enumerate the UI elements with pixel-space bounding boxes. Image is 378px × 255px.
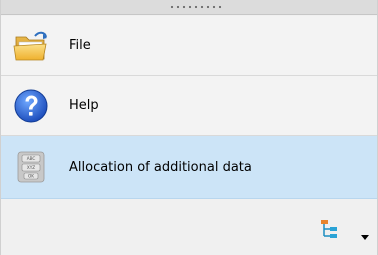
grip-dots-icon bbox=[169, 5, 223, 9]
help-icon bbox=[14, 89, 48, 122]
abc-text: ABC bbox=[27, 156, 36, 161]
nav-item-allocation-of-additional-data[interactable]: ABC XYZ OK Allocation of additional data bbox=[1, 136, 377, 199]
nav-item-label: Help bbox=[69, 98, 99, 113]
folder-icon bbox=[13, 31, 47, 60]
ok-text: OK bbox=[28, 174, 34, 179]
tree-structure-icon[interactable] bbox=[319, 219, 341, 241]
resize-grip[interactable] bbox=[1, 0, 377, 15]
nav-item-label: File bbox=[69, 38, 91, 53]
navigation-panel: File Help ABC XYZ OK Allocation of addit… bbox=[0, 0, 378, 255]
nav-item-label: Allocation of additional data bbox=[69, 159, 252, 175]
xyz-text: XYZ bbox=[27, 165, 35, 170]
data-allocation-icon: ABC XYZ OK bbox=[17, 151, 45, 183]
dropdown-arrow-icon[interactable] bbox=[361, 235, 369, 240]
panel-footer bbox=[1, 199, 377, 255]
nav-item-help[interactable]: Help bbox=[1, 76, 377, 136]
nav-item-file[interactable]: File bbox=[1, 16, 377, 76]
